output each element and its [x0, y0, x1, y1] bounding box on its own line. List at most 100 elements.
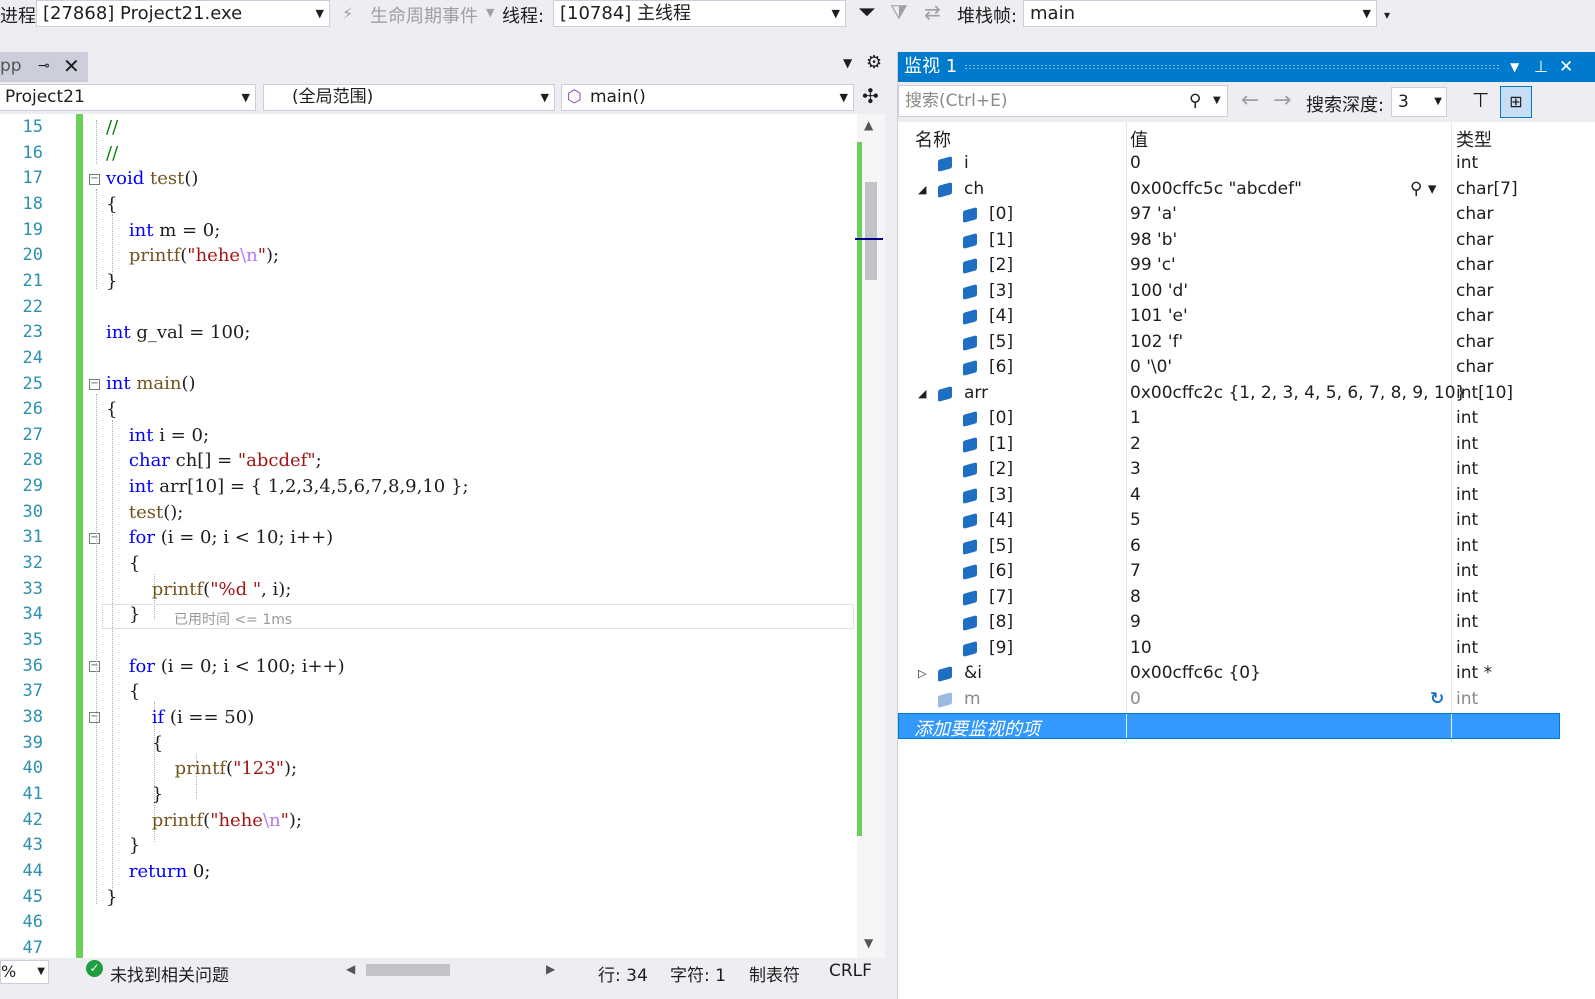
column-header-value[interactable]: 值 [1130, 126, 1148, 152]
variable-icon [963, 283, 977, 300]
toolbar-overflow-icon[interactable]: ▾ [1384, 8, 1390, 22]
filter-off-icon[interactable]: ⧩ [890, 0, 908, 24]
scroll-down-icon[interactable]: ▼ [864, 936, 873, 950]
search-next-icon[interactable]: → [1273, 88, 1291, 113]
tab-indicator[interactable]: 制表符 [749, 961, 800, 986]
vertical-scrollbar[interactable]: ▲ ▼ [855, 114, 885, 958]
split-editor-icon[interactable]: ✣ [862, 84, 879, 108]
watch-row[interactable]: [9] 10 int [898, 637, 1563, 662]
watch-row[interactable]: [4] 5 int [898, 509, 1563, 534]
collapse-icon[interactable]: ◢ [918, 183, 926, 196]
fold-toggle[interactable]: − [89, 379, 100, 390]
lifecycle-events-button[interactable]: 生命周期事件 [370, 2, 478, 28]
watch-value: 98 'b' [1130, 229, 1178, 250]
watch-value: 97 'a' [1130, 204, 1177, 224]
watch-row[interactable]: ◢ arr 0x00cffc2c {1, 2, 3, 4, 5, 6, 7, 8, … [898, 382, 1563, 407]
watch-name: [0] [989, 408, 1014, 428]
expand-icon[interactable]: ▷ [918, 667, 926, 680]
refresh-icon[interactable]: ↻ [1430, 689, 1444, 709]
chevron-down-icon[interactable]: ▼ [1213, 86, 1221, 116]
watch-row[interactable]: [7] 8 int [898, 586, 1563, 611]
scrollbar-thumb[interactable] [865, 182, 877, 280]
watch-row[interactable]: [5] 6 int [898, 535, 1563, 560]
watch-row[interactable]: [3] 100 'd' char [898, 280, 1563, 305]
scroll-up-icon[interactable]: ▲ [864, 118, 873, 132]
text-visualizer-icon[interactable]: ⚲ ▾ [1410, 179, 1436, 199]
project-dropdown[interactable]: Project21 ▼ [0, 84, 256, 111]
watch-row[interactable]: [3] 4 int [898, 484, 1563, 509]
function-dropdown[interactable]: ⬡ main() ▼ [561, 84, 854, 111]
watch-row[interactable]: ▷ &i 0x00cffc6c {0} int * [898, 662, 1563, 687]
eol-indicator[interactable]: CRLF [829, 961, 872, 981]
variable-icon [963, 564, 977, 580]
hscroll-left-icon[interactable]: ◀ [346, 962, 355, 976]
watch-type: char [1456, 255, 1494, 275]
search-depth-dropdown[interactable]: 3 ▼ [1391, 87, 1447, 117]
process-dropdown[interactable]: [27868] Project21.exe ▼ [36, 0, 330, 27]
scope-dropdown[interactable]: (全局范围) ▼ [263, 84, 555, 111]
watch-row[interactable]: [1] 98 'b' char [898, 229, 1563, 254]
fold-toggle[interactable]: − [89, 533, 100, 544]
watch-row[interactable]: [6] 7 int [898, 560, 1563, 585]
stackframe-dropdown[interactable]: main ▼ [1023, 0, 1377, 27]
pin-icon[interactable]: ⊥ [1534, 52, 1548, 82]
thread-dropdown[interactable]: [10784] 主线程 ▼ [553, 0, 846, 27]
navigation-bar: Project21 ▼ (全局范围) ▼ ⬡ main() ▼ ✣ [0, 82, 885, 114]
chevron-down-icon: ▼ [486, 6, 495, 19]
watch-type: int [1456, 510, 1479, 530]
watch-row[interactable]: [1] 2 int [898, 433, 1563, 458]
code-editor[interactable]: 15 16 17 18 19 20 21 22 23 24 25 26 27 28 29 30 31 32 33 34… [0, 114, 885, 958]
fold-toggle[interactable]: − [89, 174, 100, 185]
watch-row[interactable]: [6] 0 '\0' char [898, 356, 1563, 381]
watch-name: [2] [989, 255, 1014, 275]
close-icon[interactable]: ✕ [1559, 52, 1573, 82]
line-number: 20 [22, 245, 43, 266]
watch-row[interactable]: i 0 int [898, 152, 1563, 177]
window-menu-icon[interactable]: ▼ [1510, 52, 1519, 82]
watch-row[interactable]: [2] 99 'c' char [898, 254, 1563, 279]
view-as-table-button[interactable]: ⊞ [1500, 86, 1532, 118]
search-icon[interactable]: ⚲ [1189, 86, 1201, 116]
watch-row[interactable]: [8] 9 int [898, 611, 1563, 636]
add-watch-row[interactable]: 添加要监视的项 [898, 713, 1560, 740]
column-header-type[interactable]: 类型 [1456, 126, 1492, 152]
stackframe-label: 堆栈帧: [957, 6, 1018, 27]
horizontal-scrollbar-thumb[interactable] [366, 964, 450, 976]
watch-row[interactable]: [4] 101 'e' char [898, 305, 1563, 330]
watch-title-bar[interactable]: 监视 1 ▼ ⊥ ✕ [898, 52, 1595, 82]
filter-icon[interactable]: ⏷ [858, 0, 876, 25]
watch-row[interactable]: [0] 1 int [898, 407, 1563, 432]
pin-icon[interactable]: ⊸ [38, 52, 50, 80]
watch-value: 0x00cffc6c {0} [1130, 663, 1261, 683]
file-tab[interactable]: pp ⊸ ✕ [0, 52, 88, 82]
elapsed-time-hint: 已用时间 <= 1ms [174, 612, 293, 628]
search-previous-icon[interactable]: ← [1241, 88, 1259, 113]
code-line: int m = 0; [128, 220, 221, 241]
watch-row[interactable]: [5] 102 'f' char [898, 331, 1563, 356]
watch-row[interactable]: m 0 int ↻ [898, 688, 1563, 713]
pin-to-source-icon[interactable]: ⊤ [1472, 88, 1489, 112]
variable-icon [963, 309, 977, 325]
search-input[interactable]: 搜索(Ctrl+E) ⚲ ▼ [898, 85, 1228, 117]
watch-value: 100 'd' [1130, 280, 1188, 301]
flag-threads-icon[interactable]: ⇄ [924, 0, 941, 24]
column-header-name[interactable]: 名称 [915, 126, 951, 152]
fold-toggle[interactable]: − [89, 712, 100, 723]
watch-row[interactable]: ◢ ch 0x00cffc5c "abcdef" char[7] ⚲ ▾ [898, 178, 1563, 203]
zoom-dropdown[interactable]: % ▼ [0, 960, 49, 984]
variable-icon [963, 513, 977, 529]
fold-toggle[interactable]: − [89, 661, 100, 672]
char-indicator[interactable]: 字符: 1 [670, 961, 726, 986]
watch-row[interactable]: [2] 3 int [898, 458, 1563, 483]
collapse-icon[interactable]: ◢ [918, 387, 926, 400]
tab-list-dropdown-icon[interactable]: ▼ [843, 56, 852, 70]
close-icon[interactable]: ✕ [63, 52, 80, 80]
issues-status[interactable]: 未找到相关问题 [110, 961, 229, 986]
code-line: int i = 0; [128, 425, 210, 446]
watch-type: int [1456, 535, 1479, 556]
gear-icon[interactable]: ⚙ [866, 52, 882, 73]
hscroll-right-icon[interactable]: ▶ [546, 962, 555, 976]
variable-icon [963, 589, 977, 606]
watch-row[interactable]: [0] 97 'a' char [898, 203, 1563, 228]
line-indicator[interactable]: 行: 34 [598, 961, 648, 986]
